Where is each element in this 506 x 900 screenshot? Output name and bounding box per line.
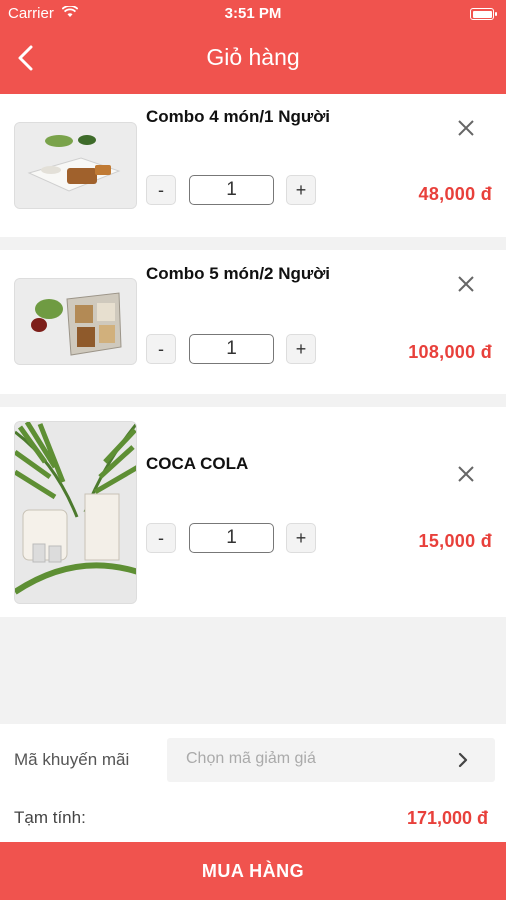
quantity-input[interactable]: 1	[189, 523, 274, 553]
close-icon	[458, 466, 474, 482]
quantity-stepper: - 1 +	[146, 175, 326, 207]
cart-item: Combo 5 món/2 Người - 1 + 108,000 đ	[0, 250, 506, 394]
battery-icon	[470, 8, 497, 20]
item-name: Combo 4 món/1 Người	[146, 107, 331, 126]
close-icon	[458, 276, 474, 292]
item-image[interactable]	[14, 122, 137, 209]
promo-placeholder: Chọn mã giảm giá	[186, 750, 316, 767]
remove-item-button[interactable]	[454, 272, 478, 296]
quantity-input[interactable]: 1	[189, 334, 274, 364]
item-image[interactable]	[14, 278, 137, 365]
item-image[interactable]	[14, 421, 137, 604]
quantity-stepper: - 1 +	[146, 334, 326, 366]
quantity-stepper: - 1 +	[146, 523, 326, 555]
item-price: 108,000 đ	[408, 342, 492, 362]
item-price: 15,000 đ	[418, 531, 492, 551]
item-name: Combo 5 món/2 Người	[146, 264, 331, 283]
cart-footer: Mã khuyến mãi Chọn mã giảm giá Tạm tính:…	[0, 724, 506, 900]
subtotal-label: Tạm tính:	[14, 808, 86, 827]
quantity-input[interactable]: 1	[189, 175, 274, 205]
increase-button[interactable]: +	[286, 334, 316, 364]
remove-item-button[interactable]	[454, 116, 478, 140]
remove-item-button[interactable]	[454, 462, 478, 486]
status-bar: Carrier 3:51 PM	[0, 0, 506, 30]
app-header: Carrier 3:51 PM Giỏ hàng	[0, 0, 506, 94]
close-icon	[458, 120, 474, 136]
increase-button[interactable]: +	[286, 523, 316, 553]
decrease-button[interactable]: -	[146, 334, 176, 364]
decrease-button[interactable]: -	[146, 175, 176, 205]
page-title: Giỏ hàng	[206, 44, 300, 70]
item-name: COCA COLA	[146, 454, 249, 473]
status-time: 3:51 PM	[224, 5, 282, 22]
item-price: 48,000 đ	[418, 184, 492, 204]
decrease-button[interactable]: -	[146, 523, 176, 553]
cart-item: Combo 4 món/1 Người - 1 + 48,000 đ	[0, 94, 506, 237]
cart-item: COCA COLA - 1 + 15,000 đ	[0, 407, 506, 617]
chevron-right-icon	[455, 750, 471, 770]
promo-code-select[interactable]: Chọn mã giảm giá	[167, 738, 495, 782]
increase-button[interactable]: +	[286, 175, 316, 205]
subtotal-value: 171,000 đ	[406, 808, 488, 828]
promo-label: Mã khuyến mãi	[14, 750, 130, 769]
checkout-button[interactable]: MUA HÀNG	[0, 842, 506, 900]
